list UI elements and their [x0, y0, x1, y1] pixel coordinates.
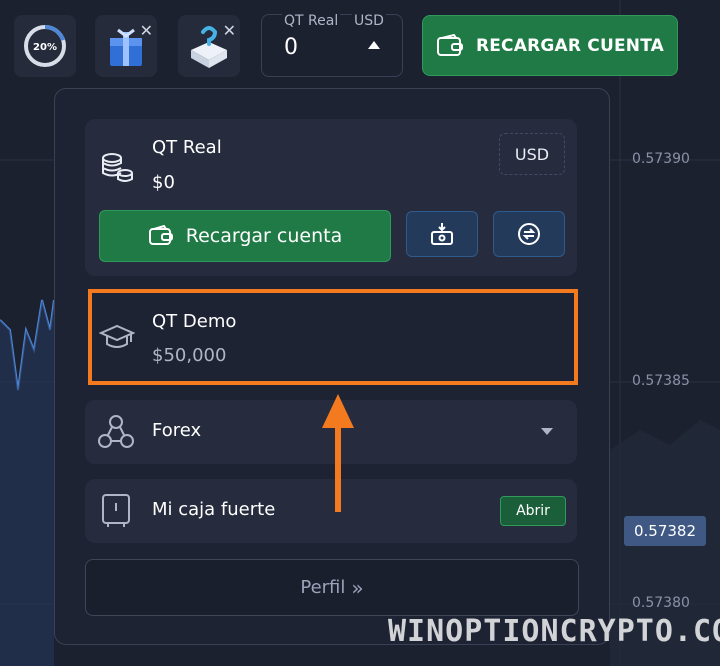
- safe-label: Mi caja fuerte: [152, 499, 276, 520]
- currency-badge[interactable]: USD: [499, 133, 565, 175]
- account-name: QT Real: [282, 13, 341, 29]
- coin-stack-icon: [102, 153, 133, 182]
- price-label: 0.57385: [632, 373, 690, 389]
- top-up-label: RECARGAR CUENTA: [475, 35, 665, 56]
- price-label: 0.57390: [632, 151, 690, 167]
- progress-ring-icon: 20%: [24, 25, 66, 67]
- wallet-icon: [148, 225, 173, 245]
- close-icon[interactable]: ✕: [223, 21, 236, 40]
- real-account-balance: $0: [152, 172, 175, 193]
- chevron-down-icon[interactable]: [541, 428, 553, 435]
- top-bar: 20% ✕ ✕ QT Real USD 0 RECARGAR CUENTA: [0, 0, 720, 90]
- caret-up-icon: [368, 41, 380, 49]
- watermark: WINOPTIONCRYPTO.COM: [388, 614, 720, 649]
- account-balance: 0: [284, 35, 298, 60]
- safe-item[interactable]: Mi caja fuerte Abrir: [85, 479, 577, 543]
- exchange-icon: [518, 223, 540, 245]
- top-up-button[interactable]: RECARGAR CUENTA: [422, 15, 678, 76]
- progress-label: 20%: [33, 42, 57, 53]
- wallet-icon: [436, 33, 463, 56]
- gift-box-tile[interactable]: ✕: [95, 15, 157, 77]
- account-selector[interactable]: QT Real USD 0: [261, 13, 403, 77]
- forex-icon: [98, 415, 134, 448]
- account-currency: USD: [352, 13, 386, 29]
- safe-icon: [102, 494, 130, 527]
- account-dropdown-panel: QT Real $0 USD Recargar cuenta QT Demo $…: [54, 88, 610, 645]
- forex-label: Forex: [152, 420, 202, 441]
- deposit-button[interactable]: [406, 211, 478, 257]
- close-icon[interactable]: ✕: [140, 21, 153, 40]
- exchange-button[interactable]: [493, 211, 565, 257]
- real-account-name: QT Real: [152, 137, 222, 158]
- profile-label: Perfil: [300, 577, 346, 598]
- open-safe-button[interactable]: Abrir: [500, 496, 566, 526]
- recharge-label: Recargar cuenta: [185, 225, 343, 247]
- current-price-badge: 0.57382: [624, 516, 706, 546]
- recharge-account-button[interactable]: Recargar cuenta: [99, 210, 391, 262]
- profile-button[interactable]: Perfil »: [85, 559, 579, 616]
- mystery-box-tile[interactable]: ✕: [178, 15, 240, 77]
- double-chevron-right-icon: »: [351, 575, 364, 600]
- price-label: 0.57380: [632, 595, 690, 611]
- forex-item[interactable]: Forex: [85, 400, 577, 464]
- highlight-frame: [88, 289, 578, 385]
- real-account-card[interactable]: QT Real $0 USD Recargar cuenta: [85, 119, 577, 276]
- progress-tile[interactable]: 20%: [14, 15, 76, 77]
- deposit-icon: [431, 223, 453, 245]
